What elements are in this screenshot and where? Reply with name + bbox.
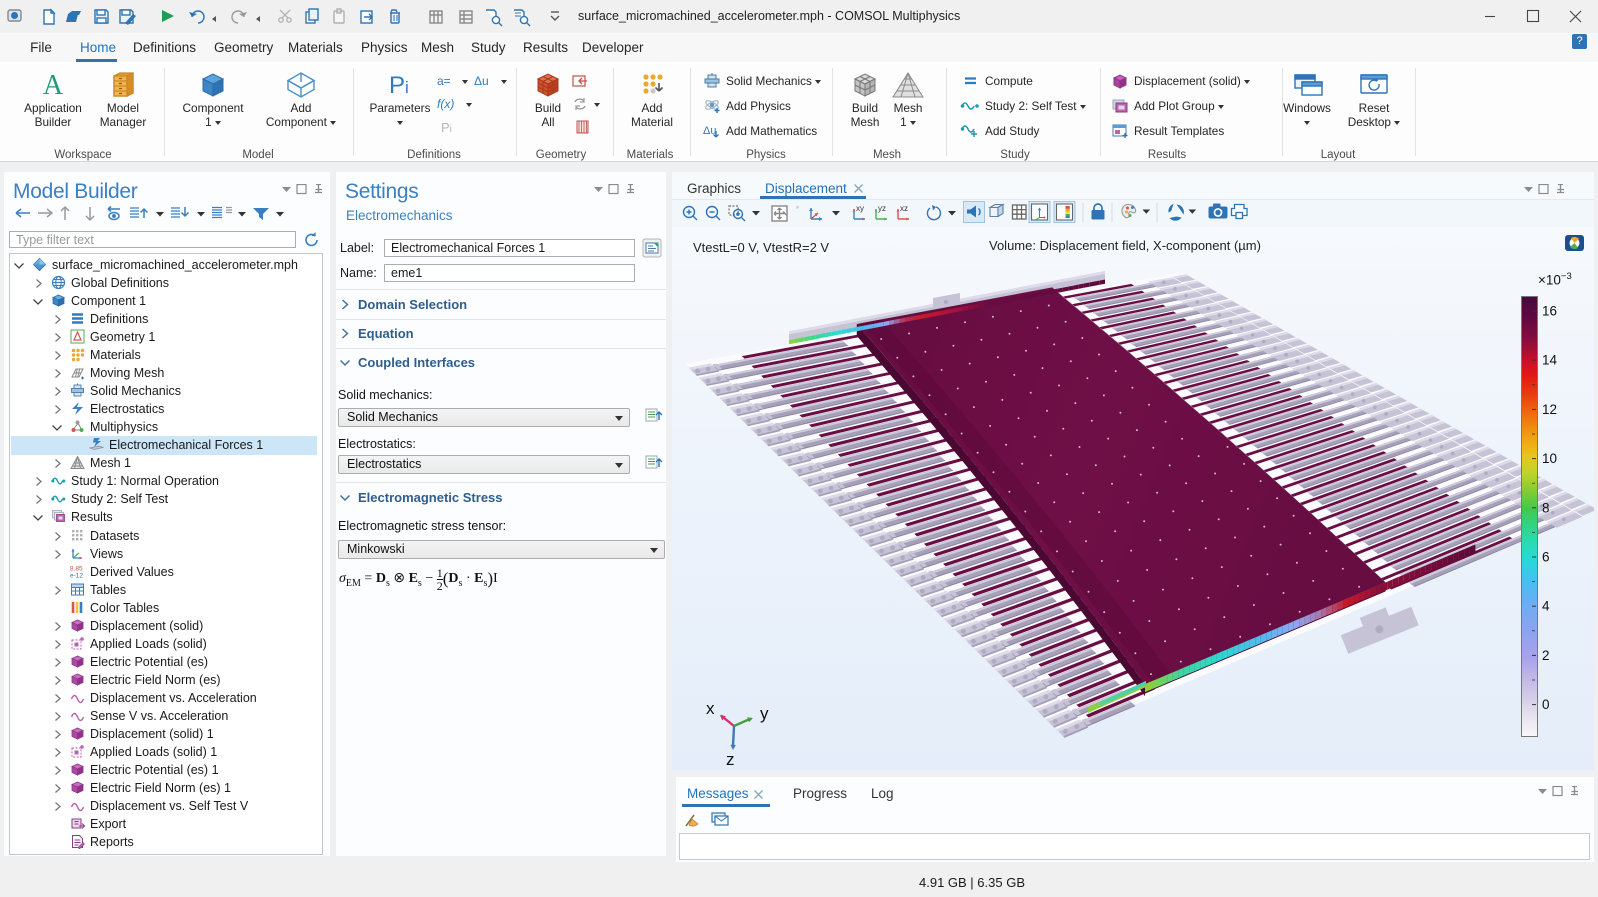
svg-text:4: 4 xyxy=(1542,599,1550,614)
svg-text:12: 12 xyxy=(1542,402,1557,417)
svg-text:6: 6 xyxy=(1542,550,1550,565)
svg-text:yz: yz xyxy=(878,204,886,213)
svg-text:0: 0 xyxy=(1542,697,1550,712)
svg-text:f(x): f(x) xyxy=(437,97,454,111)
svg-text:2: 2 xyxy=(1542,648,1550,663)
svg-text:A: A xyxy=(43,70,64,100)
svg-text:14: 14 xyxy=(1542,353,1558,368)
svg-text:Pi: Pi xyxy=(441,120,452,135)
svg-text:Pi: Pi xyxy=(389,72,409,99)
svg-text:x: x xyxy=(706,699,715,718)
svg-text:10: 10 xyxy=(1542,451,1557,466)
svg-text:Δu: Δu xyxy=(474,74,489,88)
svg-text:8: 8 xyxy=(1542,500,1550,515)
svg-text:16: 16 xyxy=(1542,304,1557,319)
svg-text:a=: a= xyxy=(437,74,451,88)
svg-text:z: z xyxy=(726,750,735,767)
svg-text:8.85: 8.85 xyxy=(70,565,83,572)
svg-text:xy: xy xyxy=(856,204,864,213)
svg-text:y: y xyxy=(760,704,769,723)
svg-text:e-12: e-12 xyxy=(70,572,83,579)
svg-text:xz: xz xyxy=(900,204,908,213)
